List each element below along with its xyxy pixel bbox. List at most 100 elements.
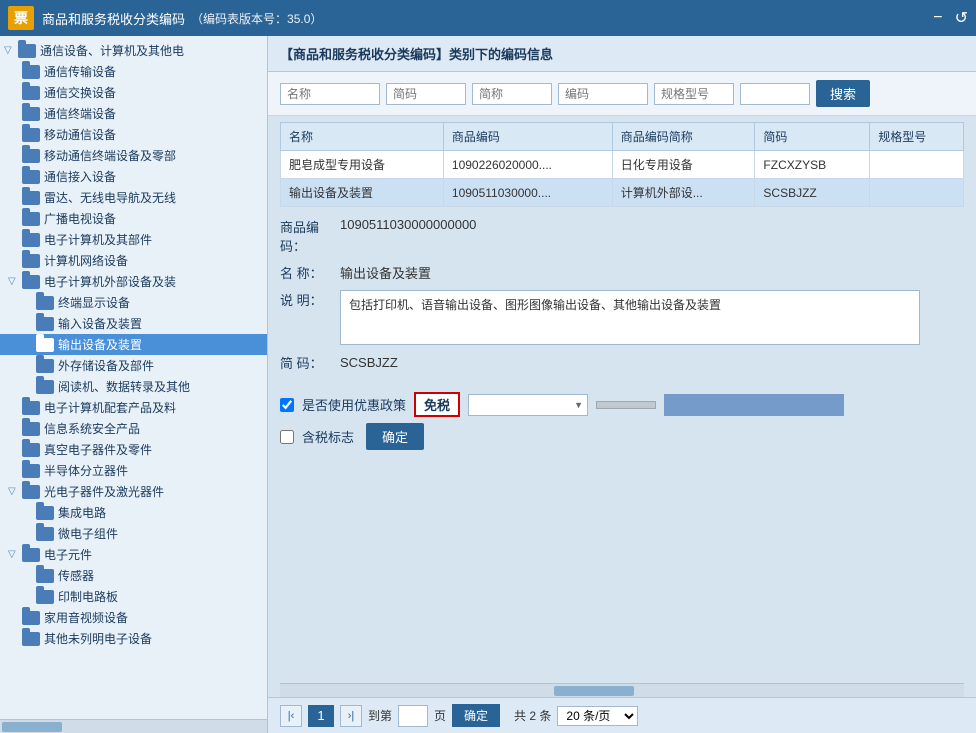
folder-icon: [22, 275, 40, 289]
tree-item[interactable]: 外存储设备及部件: [0, 355, 267, 376]
tax-dropdown[interactable]: [468, 394, 588, 416]
page-size-select[interactable]: 20 条/页50 条/页100 条/页: [557, 706, 638, 726]
tree-item[interactable]: 半导体分立器件: [0, 460, 267, 481]
tree-item[interactable]: 移动通信设备: [0, 124, 267, 145]
folder-icon: [36, 569, 54, 583]
spec-search-input[interactable]: [654, 83, 734, 105]
tree-item[interactable]: 通信传输设备: [0, 61, 267, 82]
tree-item-label: 阅读机、数据转录及其他: [58, 378, 190, 395]
name-search-input[interactable]: [280, 83, 380, 105]
tree-item[interactable]: 微电子组件: [0, 523, 267, 544]
tree-item[interactable]: ▽电子元件: [0, 544, 267, 565]
h-scroll-thumb[interactable]: [554, 686, 634, 696]
code-value: 1090511030000000000: [340, 217, 964, 232]
tree-item[interactable]: ▽通信设备、计算机及其他电: [0, 40, 267, 61]
tree-item[interactable]: ▽光电子器件及激光器件: [0, 481, 267, 502]
goto-input[interactable]: 1: [398, 705, 428, 727]
tree-item[interactable]: 信息系统安全产品: [0, 418, 267, 439]
table-column-header: 规格型号: [870, 123, 964, 151]
tree-item[interactable]: 输出设备及装置: [0, 334, 267, 355]
tree-item[interactable]: 电子计算机及其部件: [0, 229, 267, 250]
tree-item-label: 雷达、无线电导航及无线: [44, 189, 176, 206]
horizontal-scrollbar[interactable]: [0, 719, 267, 733]
folder-icon: [22, 128, 40, 142]
pagination-bar: |‹ 1 ›| 到第 1 页 确定 共 2 条 20 条/页50 条/页100 …: [268, 697, 976, 733]
tree-item[interactable]: 广播电视设备: [0, 208, 267, 229]
table-cell: 日化专用设备: [612, 151, 755, 179]
tree-item[interactable]: 雷达、无线电导航及无线: [0, 187, 267, 208]
tree-item-label: 电子元件: [44, 546, 92, 563]
tree-item[interactable]: 移动通信终端设备及零部: [0, 145, 267, 166]
tree-container[interactable]: ▽通信设备、计算机及其他电通信传输设备通信交换设备通信终端设备移动通信设备移动通…: [0, 36, 267, 719]
tree-item[interactable]: 其他未列明电子设备: [0, 628, 267, 649]
table-cell: 输出设备及装置: [281, 179, 444, 207]
tree-item[interactable]: 终端显示设备: [0, 292, 267, 313]
tax-policy-checkbox[interactable]: [280, 398, 294, 412]
tax-tag-row: 含税标志 确定: [280, 423, 964, 450]
folder-icon: [36, 296, 54, 310]
tree-item-label: 移动通信设备: [44, 126, 116, 143]
name-label: 名 称：: [280, 263, 340, 282]
tree-item[interactable]: ▽电子计算机外部设备及装: [0, 271, 267, 292]
table-row[interactable]: 肥皂成型专用设备1090226020000....日化专用设备FZCXZYSB: [281, 151, 964, 179]
first-page-button[interactable]: |‹: [280, 705, 302, 727]
tree-item[interactable]: 输入设备及装置: [0, 313, 267, 334]
blurred-field: [664, 394, 844, 416]
search-button[interactable]: 搜索: [816, 80, 870, 107]
desc-label: 说 明：: [280, 290, 340, 309]
data-table: 名称商品编码商品编码简称简码规格型号 肥皂成型专用设备1090226020000…: [280, 122, 964, 207]
detail-desc-row: 说 明：: [280, 290, 964, 345]
detail-jianma-row: 简 码： SCSBJZZ: [280, 353, 964, 372]
tree-item[interactable]: 家用音视频设备: [0, 607, 267, 628]
minimize-button[interactable]: −: [933, 9, 942, 27]
table-column-header: 商品编码简称: [612, 123, 755, 151]
tree-item-label: 印制电路板: [58, 588, 118, 605]
tree-item[interactable]: 通信终端设备: [0, 103, 267, 124]
tree-item[interactable]: 传感器: [0, 565, 267, 586]
tree-item-label: 通信设备、计算机及其他电: [40, 42, 184, 59]
table-row[interactable]: 输出设备及装置1090511030000....计算机外部设...SCSBJZZ: [281, 179, 964, 207]
table-cell: FZCXZYSB: [755, 151, 870, 179]
tree-item[interactable]: 真空电子器件及零件: [0, 439, 267, 460]
tree-item[interactable]: 印制电路板: [0, 586, 267, 607]
table-column-header: 简码: [755, 123, 870, 151]
tree-item[interactable]: 通信交换设备: [0, 82, 267, 103]
folder-icon: [22, 86, 40, 100]
expand-icon: ▽: [8, 486, 22, 497]
folder-icon: [22, 149, 40, 163]
code-label: 商品编码：: [280, 217, 340, 255]
close-button[interactable]: ↺: [955, 8, 968, 28]
tree-item[interactable]: 集成电路: [0, 502, 267, 523]
table-column-header: 商品编码: [443, 123, 612, 151]
page-confirm-button[interactable]: 确定: [452, 704, 500, 727]
device-search-input[interactable]: 打印机: [740, 83, 810, 105]
tax-policy-label: 是否使用优惠政策: [302, 395, 406, 414]
folder-icon: [22, 464, 40, 478]
next-page-button[interactable]: ›|: [340, 705, 362, 727]
scroll-thumb[interactable]: [2, 722, 62, 732]
table-cell: 计算机外部设...: [612, 179, 755, 207]
tree-item-label: 传感器: [58, 567, 94, 584]
tree-item-label: 终端显示设备: [58, 294, 130, 311]
tax-tag-label: 含税标志: [302, 427, 354, 446]
table-cell: SCSBJZZ: [755, 179, 870, 207]
folder-icon: [22, 170, 40, 184]
folder-icon: [22, 422, 40, 436]
short-search-input[interactable]: [472, 83, 552, 105]
page-label: 页: [434, 707, 446, 724]
tree-item-label: 广播电视设备: [44, 210, 116, 227]
jianma-value: SCSBJZZ: [340, 355, 964, 370]
tree-item-label: 外存储设备及部件: [58, 357, 154, 374]
code-search-input[interactable]: [558, 83, 648, 105]
tree-item[interactable]: 计算机网络设备: [0, 250, 267, 271]
tree-item[interactable]: 电子计算机配套产品及料: [0, 397, 267, 418]
tax-confirm-button[interactable]: 确定: [366, 423, 424, 450]
jianma-search-input[interactable]: [386, 83, 466, 105]
desc-textarea[interactable]: [340, 290, 920, 345]
tree-item-label: 家用音视频设备: [44, 609, 128, 626]
tree-item[interactable]: 通信接入设备: [0, 166, 267, 187]
tree-item[interactable]: 阅读机、数据转录及其他: [0, 376, 267, 397]
tax-tag-checkbox[interactable]: [280, 430, 294, 444]
h-scroll-bar[interactable]: [280, 683, 964, 697]
total-info: 共 2 条: [514, 707, 551, 724]
